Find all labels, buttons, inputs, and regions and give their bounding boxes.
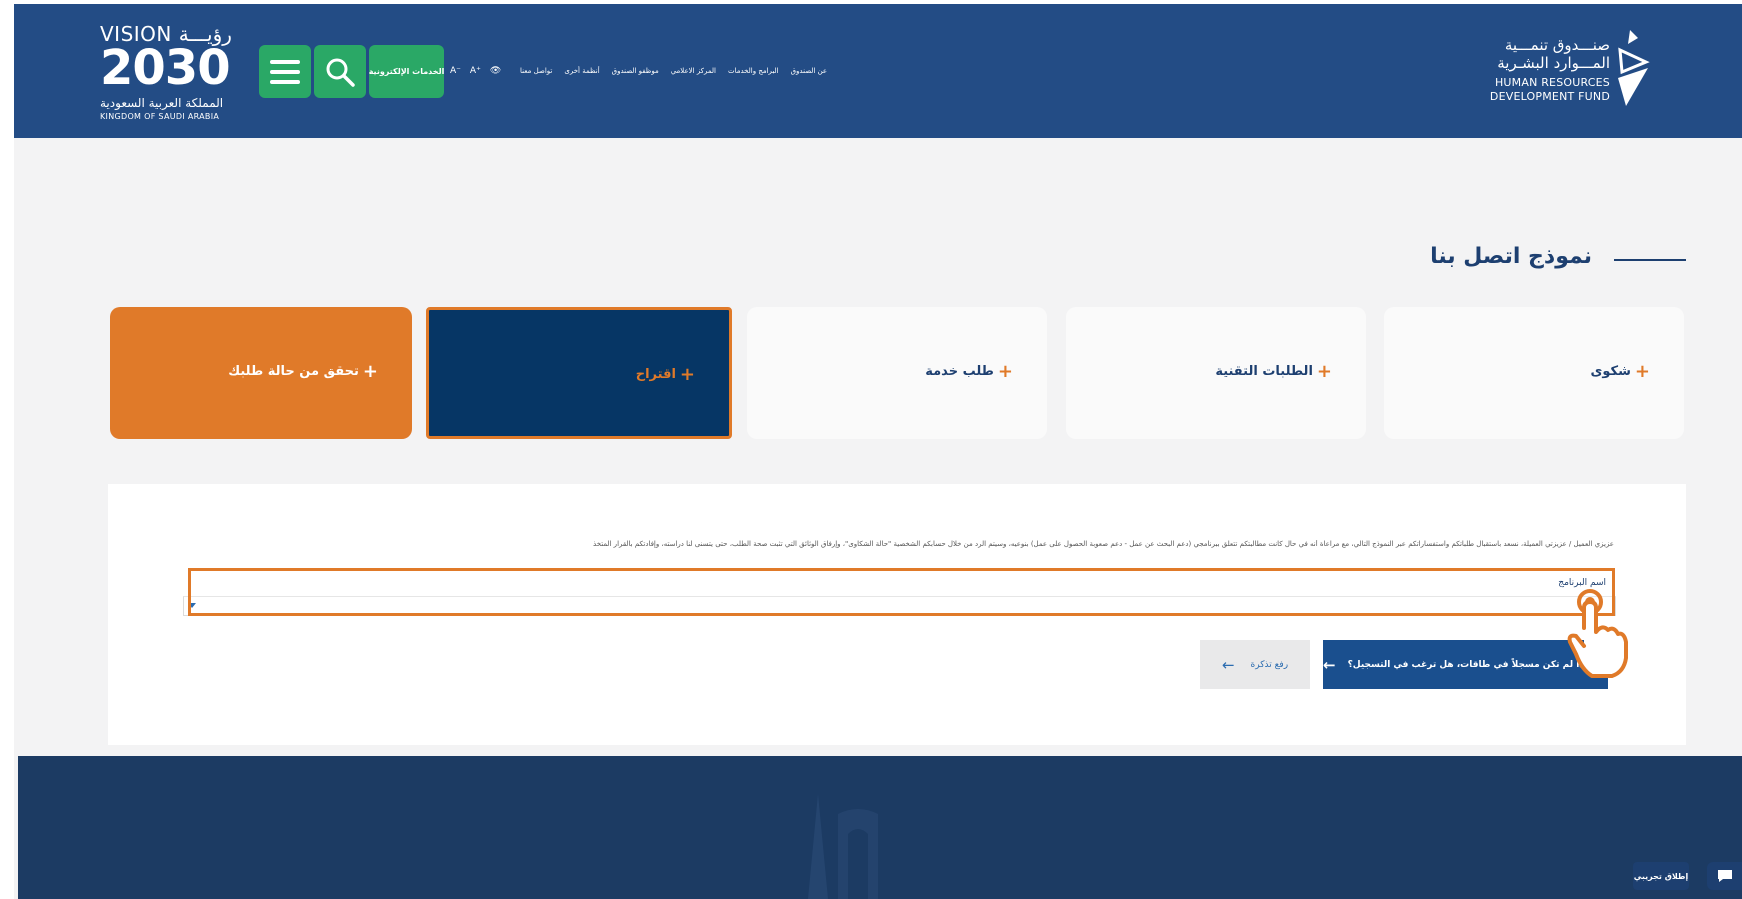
program-label: اسم البرنامج (1558, 578, 1606, 588)
card-suggestion[interactable]: + اقتراح (426, 307, 732, 439)
logo-arabic-line2: المـــوارد البشـرية (1497, 54, 1610, 72)
chat-bubble-icon (1717, 870, 1732, 882)
program-field-highlight: اسم البرنامج (188, 568, 1615, 616)
nav-employees[interactable]: موظفو الصندوق (612, 67, 659, 75)
page-title: نموذج اتصل بنا (1430, 244, 1592, 269)
nav-contact[interactable]: تواصل معنا (520, 67, 552, 75)
eservices-button[interactable]: الخدمات الإلكترونية (369, 45, 444, 98)
accessibility-tools: A⁻ A⁺ 👁 (450, 66, 501, 76)
card-tech-label: + الطلبات التقنية (1215, 361, 1332, 382)
card-status-text: تحقق من حالة طلبك (228, 364, 359, 379)
plus-icon: + (362, 361, 378, 382)
title-decoration-line (1614, 259, 1686, 261)
hrdf-logo[interactable]: صنـــدوق تنمـــية المـــوارد البشـرية HU… (1489, 26, 1652, 116)
nav-about[interactable]: عن الصندوق (791, 67, 827, 75)
card-suggestion-text: اقتراح (635, 367, 676, 382)
nav-other-systems[interactable]: أنظمة أخرى (564, 67, 599, 75)
chat-icon[interactable] (1707, 862, 1742, 890)
site-header: VISION رؤيـــة 2030 المملكة العربية السع… (14, 4, 1742, 138)
hrdf-mark-icon (1618, 30, 1650, 106)
menu-button[interactable] (259, 45, 311, 98)
ticket-button-label: رفع تذكرة (1250, 659, 1289, 670)
card-complaint-text: شكوى (1590, 364, 1631, 379)
plus-icon: + (1316, 361, 1332, 382)
plus-icon: + (1634, 361, 1650, 382)
nav-programs[interactable]: البرامج والخدمات (728, 67, 779, 75)
beta-launch-button[interactable]: إطلاق تجريبي (1633, 862, 1689, 890)
card-service-label: + طلب خدمة (925, 361, 1013, 382)
hamburger-icon (270, 59, 300, 84)
vision-arabic-text: المملكة العربية السعودية (100, 96, 224, 110)
plus-icon: + (679, 364, 695, 385)
font-increase-button[interactable]: A⁺ (470, 66, 481, 76)
card-service-request[interactable]: + طلب خدمة (747, 307, 1047, 439)
page-frame: VISION رؤيـــة 2030 المملكة العربية السع… (14, 4, 1742, 899)
logo-arabic-line1: صنـــدوق تنمـــية (1504, 36, 1610, 54)
card-complaint-label: + شكوى (1590, 361, 1650, 382)
raise-ticket-button[interactable]: رفع تذكرة ← (1200, 640, 1310, 689)
card-status-label: + تحقق من حالة طلبك (228, 361, 378, 382)
card-check-status[interactable]: + تحقق من حالة طلبك (110, 307, 412, 439)
kingdom-tower-illustration (808, 794, 878, 899)
main-nav: عن الصندوق البرامج والخدمات المركز الاعل… (520, 67, 827, 75)
font-decrease-button[interactable]: A⁻ (450, 66, 461, 76)
logo-english-line1: HUMAN RESOURCES (1494, 76, 1610, 89)
arrow-left-icon: ← (1323, 655, 1336, 674)
arrow-left-icon: ← (1221, 655, 1235, 674)
card-service-text: طلب خدمة (925, 364, 994, 379)
vision-2030-logo[interactable]: VISION رؤيـــة 2030 المملكة العربية السع… (100, 22, 250, 126)
nav-media-center[interactable]: المركز الاعلامي (671, 67, 716, 75)
search-icon (326, 58, 355, 87)
pointer-hand-icon (1567, 589, 1628, 678)
register-button-label: إذا لم تكن مسجلاً في طاقات، هل ترغب في ا… (1347, 659, 1587, 670)
plus-icon: + (997, 361, 1013, 382)
card-complaint[interactable]: + شكوى (1384, 307, 1684, 439)
card-technical-requests[interactable]: + الطلبات التقنية (1066, 307, 1366, 439)
form-panel: عزيزي العميل / عزيزتي العميلة، نسعد باست… (108, 484, 1686, 745)
card-tech-text: الطلبات التقنية (1215, 364, 1313, 379)
contrast-eye-icon[interactable]: 👁 (490, 66, 501, 76)
vision-year: 2030 (100, 40, 231, 96)
site-footer (18, 756, 1742, 899)
form-intro-text: عزيزي العميل / عزيزتي العميلة، نسعد باست… (593, 540, 1614, 548)
search-button[interactable] (314, 45, 366, 98)
vision-english-text: KINGDOM OF SAUDI ARABIA (100, 112, 220, 121)
card-suggestion-label: + اقتراح (636, 364, 695, 385)
logo-english-line2: DEVELOPMENT FUND (1489, 90, 1610, 103)
